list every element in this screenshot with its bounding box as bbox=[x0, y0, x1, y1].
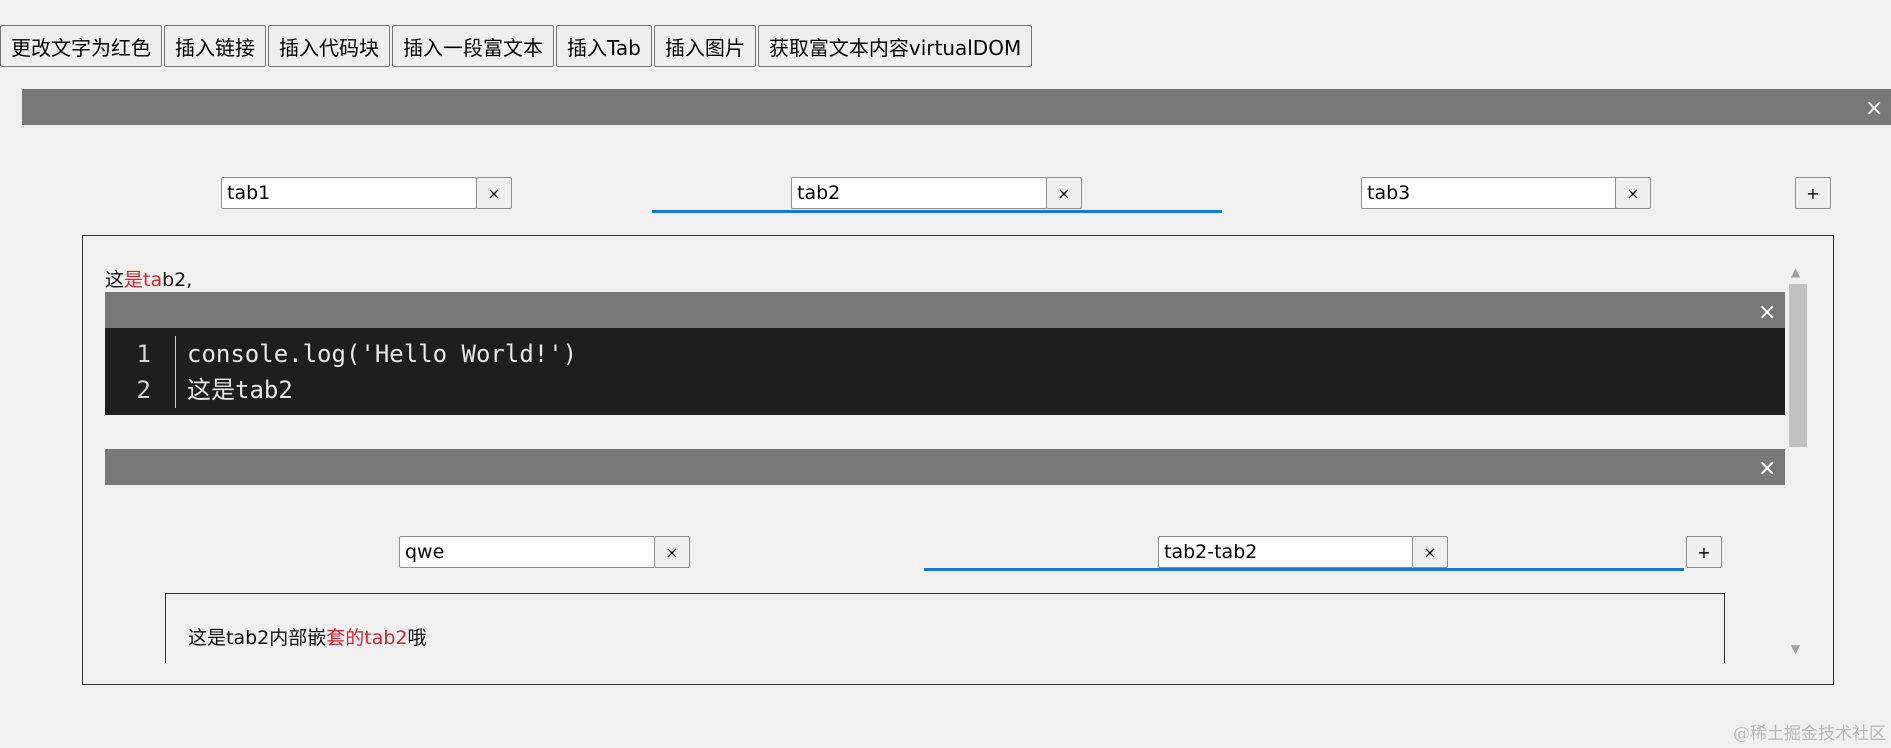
inner-tab-text-line[interactable]: 这是tab2内部嵌套的tab2哦 bbox=[188, 623, 427, 650]
outer-tab-1-input[interactable] bbox=[221, 177, 477, 209]
insert-link-button[interactable]: 插入链接 bbox=[164, 25, 266, 67]
code-gutter-divider bbox=[175, 336, 176, 408]
inner-tab-1-input[interactable] bbox=[399, 536, 655, 568]
inner-add-tab-button[interactable]: + bbox=[1686, 536, 1722, 568]
inner-block-close-icon[interactable]: × bbox=[1758, 458, 1776, 480]
line-number: 1 bbox=[136, 340, 151, 368]
outer-block-close-icon[interactable]: × bbox=[1865, 98, 1883, 120]
outer-active-tab-indicator bbox=[652, 210, 1222, 213]
inner-text-plain: 这是tab2内部嵌 bbox=[188, 627, 327, 649]
watermark: @稀土掘金技术社区 bbox=[1733, 724, 1886, 744]
insert-tab-button[interactable]: 插入Tab bbox=[556, 25, 652, 67]
toolbar: 更改文字为红色 插入链接 插入代码块 插入一段富文本 插入Tab 插入图片 获取… bbox=[0, 25, 1033, 67]
outer-tab-block-bar bbox=[22, 89, 1891, 125]
insert-code-block-button[interactable]: 插入代码块 bbox=[268, 25, 390, 67]
tab2-text-line[interactable]: 这是tab2, bbox=[105, 265, 192, 292]
code-block[interactable]: 1 console.log('Hello World!') 2 这是tab2 bbox=[105, 328, 1785, 415]
insert-rich-text-button[interactable]: 插入一段富文本 bbox=[392, 25, 554, 67]
code-line-2-text: 这是tab2 bbox=[187, 376, 293, 404]
scroll-up-arrow-icon[interactable]: ▲ bbox=[1791, 265, 1800, 279]
outer-tab-2-input[interactable] bbox=[791, 177, 1047, 209]
inner-tab-2-input[interactable] bbox=[1158, 536, 1414, 568]
tab2-text-red: 是ta bbox=[124, 269, 163, 291]
line-number: 2 bbox=[136, 376, 151, 404]
code-line-1-text: console.log('Hello World!') bbox=[187, 340, 578, 368]
outer-tab-1-close-button[interactable]: × bbox=[476, 177, 512, 209]
change-text-red-button[interactable]: 更改文字为红色 bbox=[0, 25, 162, 67]
get-virtual-dom-button[interactable]: 获取富文本内容virtualDOM bbox=[757, 25, 1033, 67]
scroll-down-arrow-icon[interactable]: ▼ bbox=[1791, 642, 1800, 656]
code-line-2: 2 bbox=[105, 372, 163, 408]
code-line-1: 1 bbox=[105, 336, 163, 372]
outer-add-tab-button[interactable]: + bbox=[1795, 177, 1831, 209]
inner-text-plain-end: 哦 bbox=[407, 627, 427, 649]
scrollbar-thumb[interactable] bbox=[1789, 284, 1807, 447]
inner-text-red: 套的tab2 bbox=[326, 627, 408, 649]
inner-tab-block-bar bbox=[105, 449, 1785, 485]
tab2-text-plain: 这 bbox=[105, 269, 125, 291]
inner-tab-1-close-button[interactable]: × bbox=[654, 536, 690, 568]
inner-tab-2-close-button[interactable]: × bbox=[1412, 536, 1448, 568]
tab2-text-plain-end: b2, bbox=[162, 269, 193, 291]
outer-tab-2-close-button[interactable]: × bbox=[1046, 177, 1082, 209]
outer-tab-3-input[interactable] bbox=[1361, 177, 1617, 209]
code-block-bar bbox=[105, 292, 1785, 328]
code-block-close-icon[interactable]: × bbox=[1758, 302, 1776, 324]
inner-active-tab-indicator bbox=[924, 568, 1684, 571]
outer-tab-3-close-button[interactable]: × bbox=[1615, 177, 1651, 209]
insert-image-button[interactable]: 插入图片 bbox=[653, 25, 756, 67]
